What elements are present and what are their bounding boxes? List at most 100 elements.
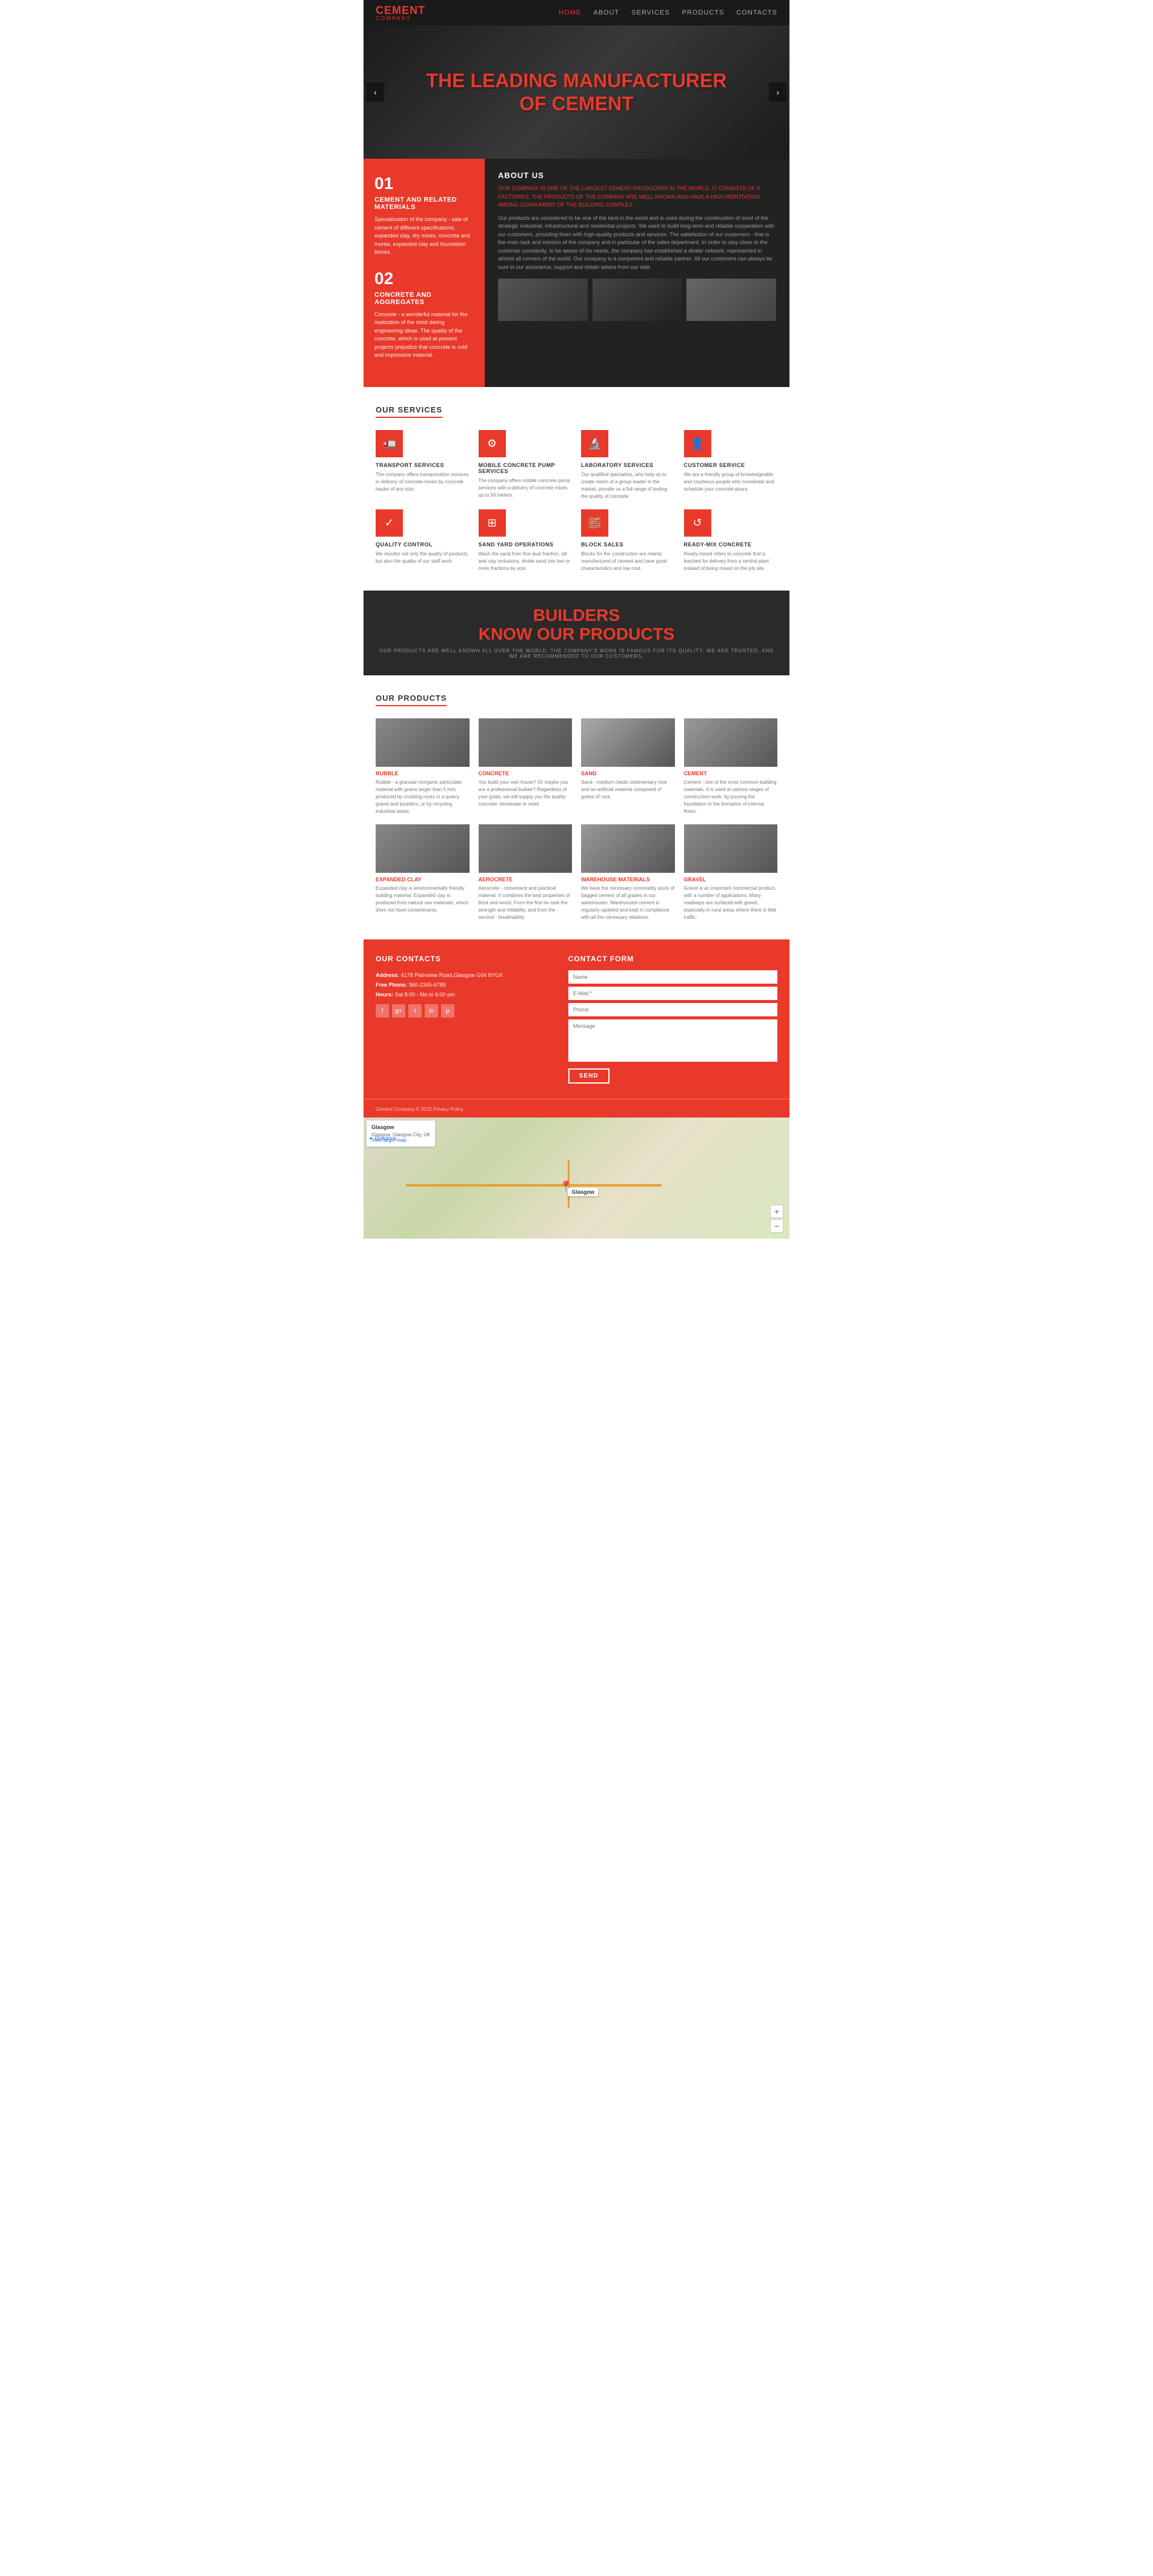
nav-about[interactable]: ABOUT [593,9,619,16]
product-desc-2: Sand - medium clastic sedimentary rock a… [581,779,675,801]
nav-services[interactable]: SERVICES [631,9,670,16]
social-icons: f g+ t in p [376,1004,550,1018]
contacts-left: OUR CONTACTS Address: 4178 Plainview Roa… [376,955,550,1084]
service-name-5: SAND YARD OPERATIONS [479,541,573,548]
about-title: ABOUT US [498,171,776,180]
product-img-5 [479,824,573,873]
map-road-horizontal [406,1184,662,1187]
product-item-1: CONCRETE You build your own house? Or ma… [479,718,573,815]
service-desc-7: Ready-mixed refers to concrete that is b… [684,551,778,572]
hero-prev-button[interactable]: ‹ [367,82,384,102]
service-name-7: READY-MIX CONCRETE [684,541,778,548]
phone-input[interactable] [568,1003,777,1016]
about-image-3 [686,279,776,321]
service-name-2: LABORATORY SERVICES [581,462,675,468]
message-input[interactable] [568,1019,777,1062]
service-icon-6: 🧱 [581,509,608,537]
products-grid: RUBBLE Rubble - a granular inorganic par… [376,718,777,921]
about-subtitle-1: CEMENT AND RELATED MATERIALS [374,196,474,211]
product-img-1 [479,718,573,767]
zoom-in-button[interactable]: + [770,1205,783,1218]
service-icon-3: 👤 [684,430,711,457]
product-name-1: CONCRETE [479,770,573,776]
social-linkedin[interactable]: in [425,1004,438,1018]
product-img-6 [581,824,675,873]
service-icon-0: 🚛 [376,430,403,457]
send-button[interactable]: SEND [568,1068,610,1084]
product-name-6: WAREHOUSE MATERIALS [581,876,675,882]
service-icon-7: ↺ [684,509,711,537]
footer-copyright: Cement Company © 2015 Privacy Policy [364,1099,789,1117]
about-desc-1: Specialization of the company - sale of … [374,216,474,257]
products-title: OUR PRODUCTS [376,694,447,706]
service-icon-1: ⚙ [479,430,506,457]
social-facebook[interactable]: f [376,1004,389,1018]
nav-products[interactable]: PRODUCTS [682,9,725,16]
service-icon-4: ✓ [376,509,403,537]
service-desc-5: Wash the sand from fine dust fraction, s… [479,551,573,572]
product-item-6: WAREHOUSE MATERIALS We have the necessar… [581,824,675,921]
map-city-label: Glasgow [568,1188,598,1196]
about-left-panel: 01 CEMENT AND RELATED MATERIALS Speciali… [364,159,485,387]
product-desc-1: You build your own house? Or maybe you a… [479,779,573,808]
service-item-2: 🔬 LABORATORY SERVICES Our qualified spec… [581,430,675,500]
product-name-2: SAND [581,770,675,776]
promo-subtitle: OUR PRODUCTS ARE WELL KNOWN ALL OVER THE… [376,648,777,659]
logo[interactable]: CEMENT COMPANY [376,5,425,21]
hero-title: THE LEADING MANUFACTURER OF CEMENT [427,69,727,116]
about-section: 01 CEMENT AND RELATED MATERIALS Speciali… [364,159,789,387]
social-twitter[interactable]: t [408,1004,422,1018]
product-img-3 [684,718,778,767]
product-item-0: RUBBLE Rubble - a granular inorganic par… [376,718,470,815]
about-body: Our products are considered to be one of… [498,214,776,272]
service-name-4: QUALITY CONTROL [376,541,470,548]
service-desc-6: Blocks for the construction are mainly m… [581,551,675,572]
nav-contacts[interactable]: CONTACTS [736,9,777,16]
social-google[interactable]: g+ [392,1004,405,1018]
product-img-2 [581,718,675,767]
hero-content: THE LEADING MANUFACTURER OF CEMENT [427,69,727,116]
service-name-3: CUSTOMER SERVICE [684,462,778,468]
copyright-text: Cement Company © 2015 Privacy Policy [376,1107,464,1112]
promo-banner: BUILDERS KNOW OUR PRODUCTS OUR PRODUCTS … [364,591,789,675]
zoom-out-button[interactable]: − [770,1219,783,1233]
about-subtitle-2: CONCRETE AND AGGREGATES [374,291,474,306]
service-name-0: TRANSPORT SERVICES [376,462,470,468]
product-name-7: GRAVEL [684,876,778,882]
directions-button[interactable]: ➤ Directions [367,1134,399,1142]
product-img-7 [684,824,778,873]
hero-next-button[interactable]: › [769,82,786,102]
name-input[interactable] [568,970,777,984]
about-image-1 [498,279,588,321]
logo-company: COMPANY [376,16,425,21]
service-item-7: ↺ READY-MIX CONCRETE Ready-mixed refers … [684,509,778,572]
map-ui-panel: Glasgow Glasgow, Glasgow City, UK View l… [367,1121,435,1147]
nav-home[interactable]: HOME [559,9,581,16]
promo-title-line2: KNOW OUR PRODUCTS [479,625,675,644]
about-right-panel: ABOUT US OUR COMPANY IS ONE OF THE LARGE… [485,159,789,387]
hours-value: Sat 8:00 - Mo to 6:00 pm [395,992,455,998]
promo-title-line1: BUILDERS [479,606,675,625]
service-icon-2: 🔬 [581,430,608,457]
service-item-5: ⊞ SAND YARD OPERATIONS Wash the sand fro… [479,509,573,572]
map-background: 📍 Glasgow Glasgow Glasgow, Glasgow City,… [364,1117,789,1239]
contacts-title: OUR CONTACTS [376,955,550,963]
service-item-6: 🧱 BLOCK SALES Blocks for the constructio… [581,509,675,572]
contact-form: SEND [568,970,777,1084]
email-input[interactable] [568,987,777,1000]
social-pinterest[interactable]: p [441,1004,454,1018]
services-title: OUR SERVICES [376,405,442,418]
hours-label: Hours: [376,992,393,998]
service-item-1: ⚙ MOBILE CONCRETE PUMP SERVICES The comp… [479,430,573,500]
contact-form-title: CONTACT FORM [568,955,777,963]
nav-links: HOME ABOUT SERVICES PRODUCTS CONTACTS [559,9,777,16]
contacts-footer: OUR CONTACTS Address: 4178 Plainview Roa… [364,939,789,1099]
about-num-1: 01 [374,174,474,193]
hero-section: ‹ THE LEADING MANUFACTURER OF CEMENT › [364,25,789,159]
product-desc-0: Rubble - a granular inorganic particulat… [376,779,470,815]
hero-title-line2: OF CEMENT [427,92,727,115]
service-desc-3: We are a friendly group of knowledgeable… [684,471,778,493]
services-section: OUR SERVICES 🚛 TRANSPORT SERVICES The co… [364,387,789,591]
service-item-4: ✓ QUALITY CONTROL We monitor not only th… [376,509,470,572]
address-label: Address: [376,972,399,978]
